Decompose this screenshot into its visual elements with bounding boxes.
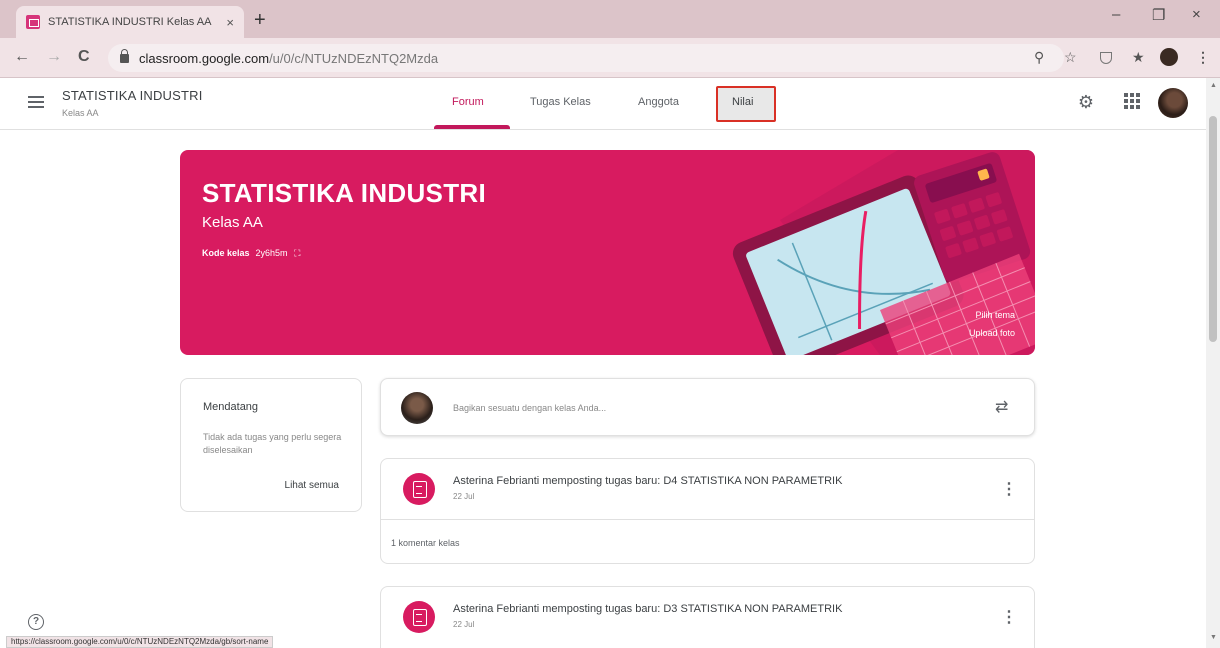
banner-class-section: Kelas AA: [202, 214, 263, 231]
fullscreen-icon[interactable]: ⛶: [294, 248, 300, 258]
browser-menu-icon[interactable]: ⋮: [1196, 49, 1210, 66]
user-avatar: [401, 392, 433, 424]
class-code-value: 2y6h5m: [255, 248, 288, 258]
class-section: Kelas AA: [62, 108, 99, 118]
select-theme-link[interactable]: Pilih tema: [975, 310, 1015, 320]
post-more-icon[interactable]: ⋮: [1001, 479, 1017, 499]
post-date: 22 Jul: [453, 492, 475, 501]
page-scrollbar[interactable]: ▲ ▼: [1206, 78, 1220, 648]
back-icon[interactable]: ←: [14, 48, 30, 66]
share-with-class-box[interactable]: Bagikan sesuatu dengan kelas Anda... ⇄: [380, 378, 1035, 436]
upcoming-card: Mendatang Tidak ada tugas yang perlu seg…: [180, 378, 362, 512]
classroom-header: STATISTIKA INDUSTRI Kelas AA Forum Tugas…: [0, 78, 1206, 130]
maximize-icon[interactable]: ❐: [1152, 6, 1165, 24]
banner-class-title[interactable]: STATISTIKA INDUSTRI: [202, 178, 486, 209]
scroll-up-arrow-icon[interactable]: ▲: [1210, 82, 1217, 89]
stream-post[interactable]: Asterina Febrianti memposting tugas baru…: [380, 586, 1035, 648]
browser-toolbar: ← → C classroom.google.com/u/0/c/NTUzNDE…: [0, 38, 1220, 78]
tab-close-icon[interactable]: ×: [226, 15, 234, 30]
url-path: /u/0/c/NTUzNDEzNTQ2Mzda: [269, 50, 439, 66]
upcoming-empty-text: Tidak ada tugas yang perlu segera disele…: [203, 432, 342, 455]
status-bar-url: https://classroom.google.com/u/0/c/NTUzN…: [6, 636, 274, 648]
scroll-down-arrow-icon[interactable]: ▼: [1210, 634, 1217, 641]
url-host: classroom.google.com: [139, 50, 270, 66]
post-date: 22 Jul: [453, 620, 475, 629]
view-all-link[interactable]: Lihat semua: [285, 480, 339, 491]
post-divider: [381, 519, 1034, 520]
browser-tab-strip: STATISTIKA INDUSTRI Kelas AA × + – ❐ ×: [0, 0, 1220, 38]
scroll-thumb[interactable]: [1209, 116, 1217, 342]
account-avatar[interactable]: [1158, 88, 1188, 118]
reload-icon[interactable]: C: [78, 48, 90, 66]
help-icon[interactable]: ?: [28, 614, 44, 630]
assignment-icon: [403, 473, 435, 505]
tab-anggota[interactable]: Anggota: [638, 96, 679, 108]
upload-photo-link[interactable]: Upload foto: [969, 328, 1015, 338]
post-title[interactable]: Asterina Febrianti memposting tugas baru…: [453, 475, 842, 487]
google-apps-icon[interactable]: [1124, 93, 1140, 109]
post-title[interactable]: Asterina Febrianti memposting tugas baru…: [453, 603, 842, 615]
profile-avatar[interactable]: [1160, 48, 1178, 66]
classroom-favicon-icon: [26, 15, 40, 29]
bookmark-star-icon[interactable]: ☆: [1064, 49, 1077, 66]
pocket-extension-icon[interactable]: [1100, 52, 1112, 64]
upcoming-title: Mendatang: [203, 401, 259, 413]
class-comments-link[interactable]: 1 komentar kelas: [391, 538, 460, 548]
assignment-icon: [403, 601, 435, 633]
class-banner: STATISTIKA INDUSTRI Kelas AA Kode kelas 2…: [180, 150, 1035, 355]
tab-tugas-kelas[interactable]: Tugas Kelas: [530, 96, 591, 108]
browser-tab-title: STATISTIKA INDUSTRI Kelas AA: [48, 16, 212, 28]
extensions-icon[interactable]: ★: [1132, 49, 1145, 66]
tab-nilai[interactable]: Nilai: [732, 96, 753, 108]
window-close-icon[interactable]: ×: [1192, 6, 1201, 23]
post-more-icon[interactable]: ⋮: [1001, 607, 1017, 627]
class-code: Kode kelas 2y6h5m ⛶: [202, 248, 300, 259]
minimize-icon[interactable]: –: [1112, 6, 1120, 23]
tab-forum[interactable]: Forum: [452, 96, 484, 108]
stream-post[interactable]: Asterina Febrianti memposting tugas baru…: [380, 458, 1035, 564]
browser-tab[interactable]: STATISTIKA INDUSTRI Kelas AA ×: [16, 6, 244, 38]
main-menu-icon[interactable]: [28, 96, 44, 108]
class-name[interactable]: STATISTIKA INDUSTRI: [62, 88, 203, 103]
active-tab-indicator: [434, 125, 510, 129]
address-bar[interactable]: classroom.google.com/u/0/c/NTUzNDEzNTQ2M…: [108, 44, 1064, 72]
share-placeholder[interactable]: Bagikan sesuatu dengan kelas Anda...: [453, 403, 606, 413]
lock-icon: [120, 48, 129, 63]
settings-gear-icon[interactable]: ⚙: [1076, 92, 1096, 112]
class-code-label: Kode kelas: [202, 248, 250, 258]
zoom-icon[interactable]: ⚲: [1034, 49, 1044, 66]
new-tab-button[interactable]: +: [254, 9, 266, 32]
forward-icon[interactable]: →: [46, 48, 62, 66]
repost-icon[interactable]: ⇄: [995, 397, 1008, 417]
